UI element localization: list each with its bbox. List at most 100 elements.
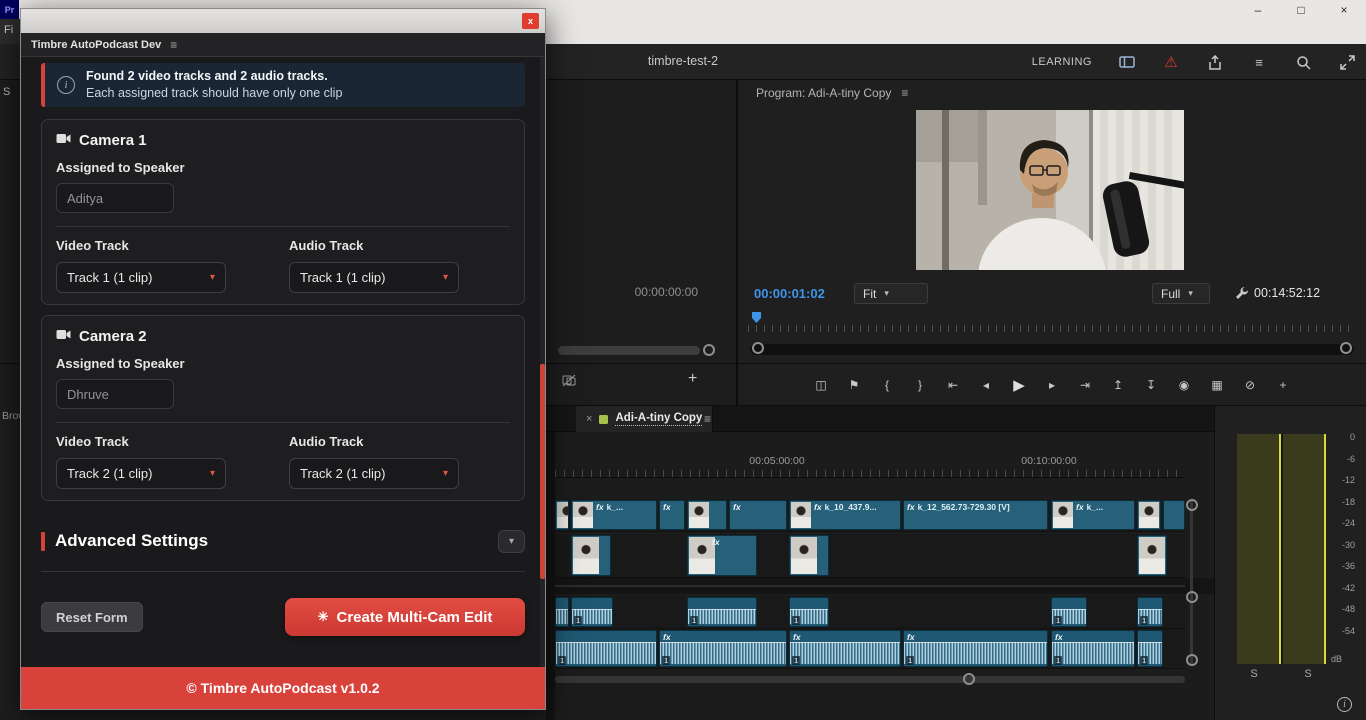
- playback-resolution-select[interactable]: Full ▾: [1152, 283, 1210, 304]
- panels-icon[interactable]: [1118, 53, 1136, 71]
- timeline-clip[interactable]: 1: [1137, 597, 1163, 627]
- play-icon[interactable]: ▶: [1011, 376, 1027, 394]
- export-icon[interactable]: [1206, 53, 1224, 71]
- timeline-clip[interactable]: 1: [789, 597, 829, 627]
- program-panel-menu-icon[interactable]: ≡: [901, 86, 908, 100]
- timeline-clip[interactable]: [555, 597, 569, 627]
- extract-icon[interactable]: ↧: [1143, 378, 1159, 392]
- video-track-select[interactable]: Track 2 (1 clip) ▾: [56, 458, 226, 489]
- video-audio-divider[interactable]: [546, 578, 1214, 594]
- tab-close-icon[interactable]: ×: [586, 413, 592, 425]
- timeline-clip[interactable]: fx1: [659, 630, 787, 667]
- zoom-handle-right[interactable]: [1340, 342, 1352, 354]
- timeline-horizontal-scrollbar[interactable]: [555, 676, 1185, 683]
- close-button[interactable]: ×: [1336, 3, 1352, 17]
- menu-file-partial[interactable]: Fi: [0, 19, 20, 44]
- source-scrollbar-handle[interactable]: [703, 344, 715, 356]
- track-scroll-handle[interactable]: [1186, 499, 1198, 511]
- source-panel-tab-partial[interactable]: S: [3, 86, 19, 98]
- timeline-clip[interactable]: fxk_10_437.9...: [789, 500, 901, 530]
- program-mini-timeline[interactable]: [748, 312, 1356, 332]
- source-button-editor-icon[interactable]: +: [688, 370, 697, 388]
- timeline-clip[interactable]: [1137, 500, 1161, 530]
- add-marker-icon[interactable]: ⚑: [846, 378, 862, 392]
- button-editor-icon[interactable]: +: [1275, 378, 1291, 392]
- step-back-icon[interactable]: ◂: [978, 378, 994, 392]
- comparison-view-icon[interactable]: ◫: [813, 378, 829, 392]
- timeline-clip[interactable]: fxk_12_562.73-729.30 [V]: [903, 500, 1048, 530]
- create-multicam-button[interactable]: ✳ Create Multi-Cam Edit: [285, 598, 525, 636]
- timeline-clip[interactable]: [1137, 535, 1167, 576]
- warning-icon[interactable]: ⚠: [1162, 53, 1180, 71]
- sequence-tab[interactable]: × Adi-A-tiny Copy: [576, 406, 713, 432]
- mark-in-icon[interactable]: {: [879, 378, 895, 392]
- workspaces-menu-icon[interactable]: ≡: [1250, 53, 1268, 71]
- plugin-titlebar[interactable]: x: [21, 9, 545, 33]
- fullscreen-icon[interactable]: [1338, 53, 1356, 71]
- audio-track-select[interactable]: Track 1 (1 clip) ▾: [289, 262, 459, 293]
- timeline-clip[interactable]: fx: [659, 500, 685, 530]
- program-zoom-scrollbar[interactable]: [750, 344, 1354, 355]
- timeline-clip[interactable]: [789, 535, 829, 576]
- quick-search-icon[interactable]: [1294, 53, 1312, 71]
- export-frame-icon[interactable]: ◉: [1176, 378, 1192, 392]
- plugin-scrollbar-thumb[interactable]: [540, 364, 545, 579]
- proxy-toggle-icon[interactable]: ⊘: [1242, 378, 1258, 392]
- mark-out-icon[interactable]: }: [912, 378, 928, 392]
- solo-right-button[interactable]: S: [1297, 668, 1319, 680]
- video-track-select[interactable]: Track 1 (1 clip) ▾: [56, 262, 226, 293]
- zoom-level-select[interactable]: Fit ▾: [854, 283, 928, 304]
- speaker-input[interactable]: [56, 379, 174, 409]
- timeline-clip[interactable]: 1: [571, 597, 613, 627]
- timeline-clip[interactable]: [687, 500, 727, 530]
- timeline-clip[interactable]: fxk_...: [1051, 500, 1135, 530]
- timeline-clip[interactable]: 1: [1137, 630, 1163, 667]
- timeline-clip[interactable]: [1163, 500, 1185, 530]
- timeline-clip[interactable]: fx1: [903, 630, 1048, 667]
- timeline-ruler[interactable]: 00:05:00:0000:10:00:00: [555, 450, 1185, 478]
- timeline-panel-menu-icon[interactable]: ≡: [704, 412, 711, 426]
- advanced-settings-toggle[interactable]: ▾: [498, 530, 525, 553]
- multi-camera-icon[interactable]: ▦: [1209, 378, 1225, 392]
- plugin-panel-menu-icon[interactable]: ≡: [170, 38, 177, 52]
- timeline-clip[interactable]: fxk_...: [571, 500, 657, 530]
- timeline-clip[interactable]: fx: [687, 535, 757, 576]
- audio-waveform: [556, 642, 656, 664]
- track-scroll-handle[interactable]: [1186, 654, 1198, 666]
- info-icon[interactable]: i: [1337, 697, 1352, 712]
- info-line-2: Each assigned track should have only one…: [86, 85, 342, 102]
- timeline-clip[interactable]: fx1: [789, 630, 901, 667]
- drag-video-icon[interactable]: [562, 374, 576, 392]
- reset-form-button[interactable]: Reset Form: [41, 602, 143, 632]
- timeline-clip[interactable]: 1: [1051, 597, 1087, 627]
- source-zoom-scrollbar[interactable]: [558, 346, 700, 355]
- lift-icon[interactable]: ↥: [1110, 378, 1126, 392]
- clip-channel-badge: 1: [792, 656, 800, 665]
- workspace-label[interactable]: LEARNING: [1032, 56, 1092, 68]
- timeline-clip[interactable]: 1: [555, 630, 657, 667]
- sequence-icon: [599, 415, 608, 424]
- timeline-clip[interactable]: [571, 535, 611, 576]
- settings-wrench-icon[interactable]: [1234, 286, 1249, 306]
- plugin-scrollbar[interactable]: [540, 57, 545, 667]
- camera-1-card: Camera 1 Assigned to Speaker Video Track…: [41, 119, 525, 305]
- maximize-button[interactable]: □: [1293, 3, 1309, 17]
- track-scroll-handle[interactable]: [1186, 591, 1198, 603]
- timeline-clip[interactable]: [555, 500, 569, 530]
- speaker-input[interactable]: [56, 183, 174, 213]
- step-forward-icon[interactable]: ▸: [1044, 378, 1060, 392]
- timeline-clip[interactable]: fx1: [1051, 630, 1135, 667]
- timeline-scroll-handle[interactable]: [963, 673, 975, 685]
- timeline-vertical-scrollbar[interactable]: [1190, 499, 1193, 664]
- solo-left-button[interactable]: S: [1243, 668, 1265, 680]
- timeline-clip[interactable]: 1: [687, 597, 757, 627]
- browser-panel-tab-partial[interactable]: Brow: [2, 410, 22, 422]
- go-to-out-icon[interactable]: ⇥: [1077, 378, 1093, 392]
- go-to-in-icon[interactable]: ⇤: [945, 378, 961, 392]
- plugin-close-button[interactable]: x: [522, 13, 539, 29]
- minimize-button[interactable]: –: [1250, 3, 1266, 17]
- program-playhead[interactable]: [752, 312, 761, 323]
- audio-track-select[interactable]: Track 2 (1 clip) ▾: [289, 458, 459, 489]
- zoom-handle-left[interactable]: [752, 342, 764, 354]
- timeline-clip[interactable]: fx: [729, 500, 787, 530]
